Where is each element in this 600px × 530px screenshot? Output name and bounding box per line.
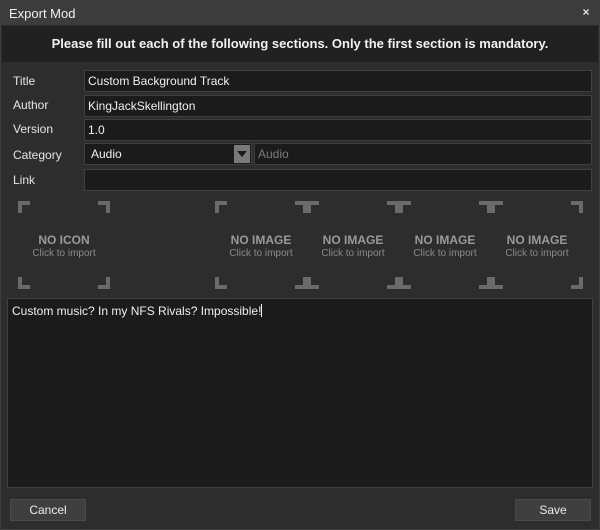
link-input[interactable]: [84, 169, 592, 191]
text-caret: [261, 304, 263, 317]
category-dropdown[interactable]: Audio: [84, 143, 252, 165]
image-import-slot[interactable]: NO IMAGE Click to import: [215, 201, 307, 289]
slot-subtitle: Click to import: [413, 248, 477, 259]
chevron-down-icon[interactable]: [234, 145, 250, 163]
image-import-slot[interactable]: NO IMAGE Click to import: [399, 201, 491, 289]
slot-title: NO IMAGE: [322, 233, 384, 247]
category-label: Category: [13, 148, 62, 162]
slot-subtitle: Click to import: [321, 248, 385, 259]
slot-subtitle: Click to import: [229, 248, 293, 259]
save-button[interactable]: Save: [515, 499, 591, 521]
version-label: Version: [13, 122, 54, 136]
slot-title: NO IMAGE: [506, 233, 568, 247]
slot-title: NO IMAGE: [414, 233, 476, 247]
icon-import-slot[interactable]: NO ICON Click to import: [18, 201, 110, 289]
version-input[interactable]: 1.0: [84, 119, 592, 141]
description-textarea[interactable]: Custom music? In my NFS Rivals? Impossib…: [7, 298, 593, 488]
title-label: Title: [13, 74, 36, 88]
slot-subtitle: Click to import: [32, 248, 96, 259]
title-input[interactable]: Custom Background Track: [84, 70, 592, 92]
close-button[interactable]: ×: [579, 4, 593, 20]
author-label: Author: [13, 98, 49, 112]
instructions-banner: Please fill out each of the following se…: [2, 26, 598, 62]
cancel-button[interactable]: Cancel: [10, 499, 86, 521]
category-selected: Audio: [91, 147, 122, 161]
description-text: Custom music? In my NFS Rivals? Impossib…: [12, 304, 262, 318]
image-import-slot[interactable]: NO IMAGE Click to import: [491, 201, 583, 289]
slot-title: NO IMAGE: [230, 233, 292, 247]
custom-category-input[interactable]: Audio: [254, 143, 592, 165]
author-input[interactable]: KingJackSkellington: [84, 95, 592, 117]
image-import-slot[interactable]: NO IMAGE Click to import: [307, 201, 399, 289]
slot-title: NO ICON: [38, 233, 90, 247]
slot-subtitle: Click to import: [505, 248, 569, 259]
export-mod-dialog: Export Mod × Please fill out each of the…: [0, 0, 600, 530]
link-label: Link: [13, 173, 36, 187]
title-bar[interactable]: Export Mod ×: [1, 1, 599, 25]
window-title: Export Mod: [9, 6, 76, 21]
